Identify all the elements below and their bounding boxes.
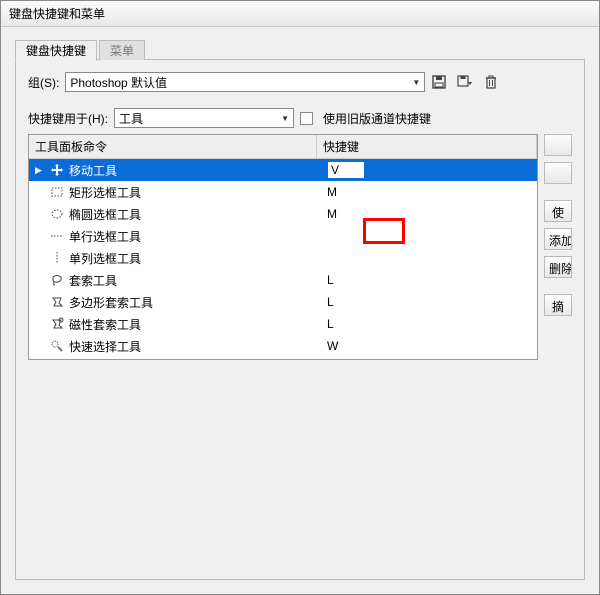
td-shortcut: V bbox=[317, 161, 537, 179]
legacy-checkbox[interactable] bbox=[300, 112, 313, 125]
td-shortcut: W bbox=[317, 339, 537, 353]
table-row[interactable]: 单列选框工具 bbox=[29, 247, 537, 269]
main-area: 工具面板命令 快捷键 ▶ 移动工具 V bbox=[28, 134, 572, 360]
side-buttons: 使 添加 删除 摘 bbox=[544, 134, 572, 360]
inner-panel: 组(S): Photoshop 默认值 ▼ bbox=[15, 60, 585, 580]
content-area: 键盘快捷键 菜单 组(S): Photoshop 默认值 ▼ bbox=[1, 27, 599, 594]
shortcuts-for-value: 工具 bbox=[119, 110, 143, 127]
chevron-down-icon: ▼ bbox=[412, 78, 420, 87]
set-label: 组(S): bbox=[28, 74, 59, 91]
td-command: 磁性套索工具 bbox=[29, 316, 317, 333]
for-row: 快捷键用于(H): 工具 ▼ 使用旧版通道快捷键 bbox=[28, 108, 572, 128]
table-row[interactable]: 磁性套索工具 L bbox=[29, 313, 537, 335]
lasso-icon bbox=[49, 272, 65, 288]
expand-icon: ▶ bbox=[35, 165, 45, 176]
legacy-label: 使用旧版通道快捷键 bbox=[323, 110, 431, 127]
add-button[interactable]: 添加 bbox=[544, 228, 572, 250]
td-command: 多边形套索工具 bbox=[29, 294, 317, 311]
th-command[interactable]: 工具面板命令 bbox=[29, 135, 317, 158]
panel-body: 组(S): Photoshop 默认值 ▼ bbox=[16, 60, 584, 579]
shortcuts-for-label: 快捷键用于(H): bbox=[28, 110, 108, 127]
titlebar: 键盘快捷键和菜单 bbox=[1, 1, 599, 27]
poly-lasso-icon bbox=[49, 294, 65, 310]
table-row[interactable]: 快速选择工具 W bbox=[29, 335, 537, 357]
table-header: 工具面板命令 快捷键 bbox=[29, 135, 537, 159]
quick-select-icon bbox=[49, 338, 65, 354]
td-command: 套索工具 bbox=[29, 272, 317, 289]
save-icon[interactable] bbox=[431, 74, 447, 90]
td-shortcut: L bbox=[317, 317, 537, 331]
th-shortcut[interactable]: 快捷键 bbox=[317, 135, 537, 158]
row-marquee-icon bbox=[49, 228, 65, 244]
shortcut-input[interactable]: V bbox=[327, 161, 365, 179]
table-row[interactable]: 椭圆选框工具 M bbox=[29, 203, 537, 225]
shortcuts-table: 工具面板命令 快捷键 ▶ 移动工具 V bbox=[28, 134, 538, 360]
set-value: Photoshop 默认值 bbox=[70, 74, 167, 91]
set-row: 组(S): Photoshop 默认值 ▼ bbox=[28, 72, 572, 92]
shortcuts-for-dropdown[interactable]: 工具 ▼ bbox=[114, 108, 294, 128]
move-tool-icon bbox=[49, 162, 65, 178]
save-as-icon[interactable] bbox=[457, 74, 473, 90]
set-toolbar bbox=[431, 74, 499, 90]
summary-button[interactable]: 摘 bbox=[544, 294, 572, 316]
table-row[interactable]: 套索工具 L bbox=[29, 269, 537, 291]
tab-menus[interactable]: 菜单 bbox=[99, 40, 145, 61]
tab-keyboard-shortcuts[interactable]: 键盘快捷键 bbox=[15, 40, 97, 61]
td-command: 椭圆选框工具 bbox=[29, 206, 317, 223]
td-command: 矩形选框工具 bbox=[29, 184, 317, 201]
td-shortcut: M bbox=[317, 207, 537, 221]
rect-marquee-icon bbox=[49, 184, 65, 200]
side-button-1[interactable] bbox=[544, 134, 572, 156]
td-shortcut: L bbox=[317, 295, 537, 309]
set-dropdown[interactable]: Photoshop 默认值 ▼ bbox=[65, 72, 425, 92]
magnetic-lasso-icon bbox=[49, 316, 65, 332]
dialog-window: 键盘快捷键和菜单 键盘快捷键 菜单 组(S): Photoshop 默认值 ▼ bbox=[0, 0, 600, 595]
window-title: 键盘快捷键和菜单 bbox=[9, 7, 105, 21]
use-default-button[interactable]: 使 bbox=[544, 200, 572, 222]
trash-icon[interactable] bbox=[483, 74, 499, 90]
table-row[interactable]: 多边形套索工具 L bbox=[29, 291, 537, 313]
td-command: 快速选择工具 bbox=[29, 338, 317, 355]
table-row[interactable]: 矩形选框工具 M bbox=[29, 181, 537, 203]
col-marquee-icon bbox=[49, 250, 65, 266]
table-row[interactable]: ▶ 移动工具 V bbox=[29, 159, 537, 181]
delete-button[interactable]: 删除 bbox=[544, 256, 572, 278]
td-command: ▶ 移动工具 bbox=[29, 162, 317, 179]
td-shortcut: L bbox=[317, 273, 537, 287]
tabs: 键盘快捷键 菜单 bbox=[15, 40, 585, 60]
side-button-2[interactable] bbox=[544, 162, 572, 184]
td-shortcut: M bbox=[317, 185, 537, 199]
td-command: 单列选框工具 bbox=[29, 250, 317, 267]
td-command: 单行选框工具 bbox=[29, 228, 317, 245]
table-body: ▶ 移动工具 V bbox=[29, 159, 537, 359]
table-row[interactable]: 单行选框工具 bbox=[29, 225, 537, 247]
ellipse-marquee-icon bbox=[49, 206, 65, 222]
chevron-down-icon: ▼ bbox=[281, 114, 289, 123]
